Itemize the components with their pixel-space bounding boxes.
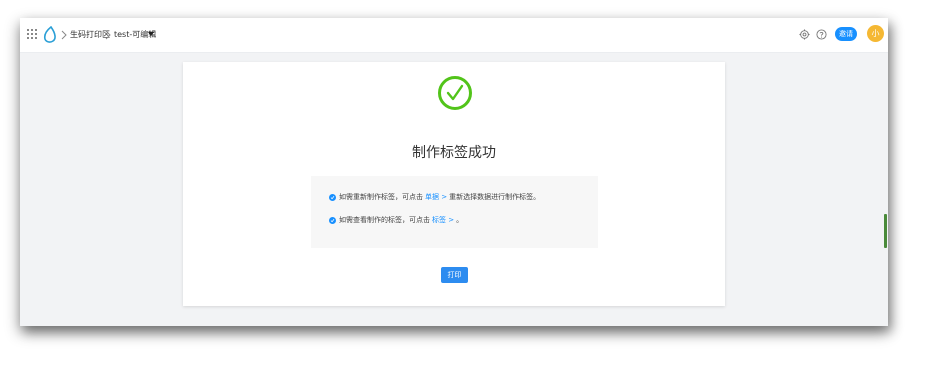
info-line-redo: 如需重新制作标签，可点击 单据 > 重新选择数据进行制作标签。 <box>329 192 540 202</box>
info-text: 如需查看制作的标签，可点击 <box>339 216 430 224</box>
breadcrumb-separator-icon <box>105 30 111 40</box>
info-text: 如需重新制作标签，可点击 <box>339 193 423 201</box>
info-check-icon <box>329 216 336 224</box>
print-button[interactable]: 打印 <box>441 267 468 283</box>
help-icon[interactable] <box>816 29 827 40</box>
scrollbar-thumb[interactable] <box>884 214 887 248</box>
invite-button[interactable]: 邀请 <box>835 27 857 41</box>
success-check-icon <box>438 76 472 110</box>
settings-icon[interactable] <box>799 29 810 40</box>
result-title: 制作标签成功 <box>412 145 496 161</box>
app-grid-icon[interactable] <box>27 29 37 39</box>
info-line-view: 如需查看制作的标签，可点击 标签 > 。 <box>329 215 463 225</box>
documents-link[interactable]: 单据 > <box>425 192 447 202</box>
info-box: 如需重新制作标签，可点击 单据 > 重新选择数据进行制作标签。 如需查看制作的标… <box>311 176 598 248</box>
user-avatar[interactable]: 小 <box>867 25 884 42</box>
info-text: 。 <box>456 216 464 224</box>
info-check-icon <box>329 193 336 201</box>
breadcrumb-separator-icon <box>61 30 67 40</box>
app-window: 生码打印区 test-可编辑 邀请 小 制作标签成功 如需重新制作标签，可点击 … <box>20 18 888 326</box>
logo-icon[interactable] <box>42 26 58 44</box>
info-text: 重新选择数据进行制作标签。 <box>449 193 541 201</box>
result-card: 制作标签成功 如需重新制作标签，可点击 单据 > 重新选择数据进行制作标签。 如… <box>183 62 725 306</box>
top-bar: 生码打印区 test-可编辑 邀请 小 <box>20 18 888 53</box>
labels-link[interactable]: 标签 > <box>432 215 454 225</box>
project-dropdown-caret-icon[interactable] <box>148 32 154 36</box>
